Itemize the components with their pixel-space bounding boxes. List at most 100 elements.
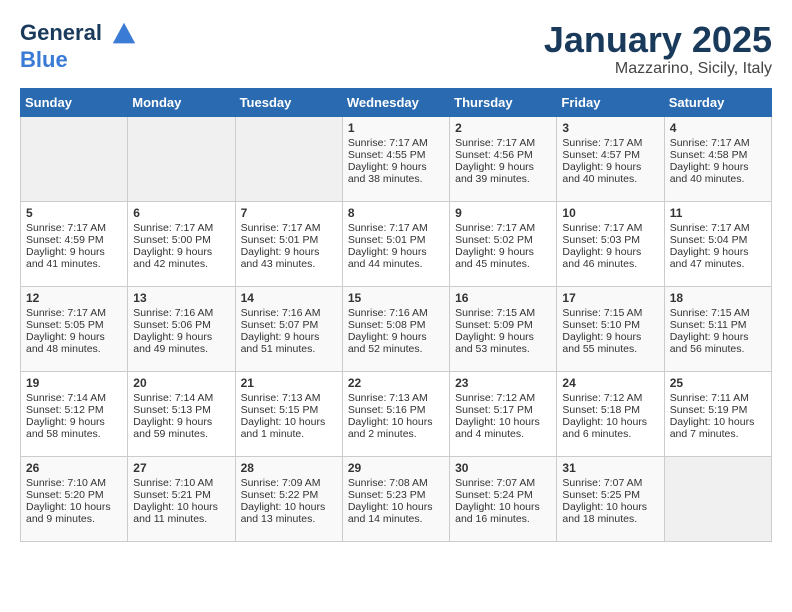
cell-text: Sunset: 4:59 PM [26, 234, 122, 246]
calendar-cell: 20Sunrise: 7:14 AMSunset: 5:13 PMDayligh… [128, 371, 235, 456]
calendar-cell: 2Sunrise: 7:17 AMSunset: 4:56 PMDaylight… [450, 116, 557, 201]
cell-text: Daylight: 9 hours and 49 minutes. [133, 331, 229, 355]
cell-text: Sunrise: 7:17 AM [241, 222, 337, 234]
calendar-week-2: 5Sunrise: 7:17 AMSunset: 4:59 PMDaylight… [21, 201, 772, 286]
cell-text: Sunset: 5:12 PM [26, 404, 122, 416]
day-number: 28 [241, 461, 337, 475]
day-number: 7 [241, 206, 337, 220]
day-number: 27 [133, 461, 229, 475]
cell-text: Sunset: 5:23 PM [348, 489, 444, 501]
cell-text: Sunrise: 7:10 AM [26, 477, 122, 489]
cell-text: Sunset: 5:25 PM [562, 489, 658, 501]
cell-text: Sunrise: 7:07 AM [455, 477, 551, 489]
day-number: 18 [670, 291, 766, 305]
calendar-cell: 10Sunrise: 7:17 AMSunset: 5:03 PMDayligh… [557, 201, 664, 286]
cell-text: Sunrise: 7:17 AM [348, 137, 444, 149]
calendar-cell: 12Sunrise: 7:17 AMSunset: 5:05 PMDayligh… [21, 286, 128, 371]
day-number: 6 [133, 206, 229, 220]
calendar-cell: 13Sunrise: 7:16 AMSunset: 5:06 PMDayligh… [128, 286, 235, 371]
cell-text: Sunset: 5:04 PM [670, 234, 766, 246]
logo-general: General [20, 20, 102, 45]
cell-text: Daylight: 10 hours and 7 minutes. [670, 416, 766, 440]
day-number: 16 [455, 291, 551, 305]
day-number: 8 [348, 206, 444, 220]
day-number: 12 [26, 291, 122, 305]
day-number: 24 [562, 376, 658, 390]
day-header-thursday: Thursday [450, 88, 557, 116]
cell-text: Sunrise: 7:17 AM [133, 222, 229, 234]
day-number: 25 [670, 376, 766, 390]
cell-text: Sunrise: 7:08 AM [348, 477, 444, 489]
cell-text: Daylight: 9 hours and 42 minutes. [133, 246, 229, 270]
cell-text: Sunrise: 7:17 AM [26, 307, 122, 319]
cell-text: Sunrise: 7:17 AM [562, 222, 658, 234]
title-block: January 2025 Mazzarino, Sicily, Italy [544, 20, 772, 78]
cell-text: Sunset: 5:19 PM [670, 404, 766, 416]
calendar-cell: 9Sunrise: 7:17 AMSunset: 5:02 PMDaylight… [450, 201, 557, 286]
day-number: 11 [670, 206, 766, 220]
logo-blue: Blue [20, 48, 138, 72]
calendar-cell [21, 116, 128, 201]
cell-text: Daylight: 10 hours and 11 minutes. [133, 501, 229, 525]
calendar-cell: 11 Sunrise: 7:17 AMSunset: 5:04 PMDayligh… [664, 201, 771, 286]
cell-text: Sunrise: 7:13 AM [348, 392, 444, 404]
calendar-cell: 30Sunrise: 7:07 AMSunset: 5:24 PMDayligh… [450, 456, 557, 541]
calendar-cell: 7Sunrise: 7:17 AMSunset: 5:01 PMDaylight… [235, 201, 342, 286]
cell-text: Daylight: 10 hours and 13 minutes. [241, 501, 337, 525]
cell-text: Daylight: 9 hours and 53 minutes. [455, 331, 551, 355]
cell-text: Sunset: 5:08 PM [348, 319, 444, 331]
cell-text: Daylight: 9 hours and 38 minutes. [348, 161, 444, 185]
calendar-cell: 27Sunrise: 7:10 AMSunset: 5:21 PMDayligh… [128, 456, 235, 541]
calendar-week-4: 19 Sunrise: 7:14 AM Sunset: 5:12 PM Dayligh… [21, 371, 772, 456]
calendar-cell: 21Sunrise: 7:13 AMSunset: 5:15 PMDayligh… [235, 371, 342, 456]
cell-text: Daylight: 10 hours and 1 minute. [241, 416, 337, 440]
cell-text: Sunrise: 7:17 AM [348, 222, 444, 234]
cell-text: Daylight: 9 hours and 55 minutes. [562, 331, 658, 355]
cell-text: Sunrise: 7:17 AM [562, 137, 658, 149]
day-number: 19 [26, 376, 122, 390]
logo-icon [110, 20, 138, 48]
calendar-cell: 4Sunrise: 7:17 AMSunset: 4:58 PMDaylight… [664, 116, 771, 201]
cell-text: Sunset: 4:55 PM [348, 149, 444, 161]
cell-text: Sunrise: 7:17 AM [455, 137, 551, 149]
calendar-cell: 23Sunrise: 7:12 AMSunset: 5:17 PMDayligh… [450, 371, 557, 456]
calendar-cell: 28Sunrise: 7:09 AMSunset: 5:22 PMDayligh… [235, 456, 342, 541]
calendar-header-row: SundayMondayTuesdayWednesdayThursdayFrid… [21, 88, 772, 116]
cell-text: Sunrise: 7:14 AM [133, 392, 229, 404]
day-header-friday: Friday [557, 88, 664, 116]
calendar-cell: 5Sunrise: 7:17 AMSunset: 4:59 PMDaylight… [21, 201, 128, 286]
cell-text: Sunrise: 7:15 AM [670, 307, 766, 319]
cell-text: Daylight: 9 hours and 51 minutes. [241, 331, 337, 355]
calendar-cell: 19Sunrise: 7:14 AMSunset: 5:12 PMDayligh… [21, 371, 128, 456]
cell-text: Sunrise: 7:12 AM [455, 392, 551, 404]
cell-text: Sunset: 5:11 PM [670, 319, 766, 331]
cell-text: Daylight: 9 hours and 56 minutes. [670, 331, 766, 355]
cell-text: Sunset: 5:22 PM [241, 489, 337, 501]
cell-text: Daylight: 10 hours and 16 minutes. [455, 501, 551, 525]
day-header-sunday: Sunday [21, 88, 128, 116]
day-number: 15 [348, 291, 444, 305]
cell-text: Sunrise: 7:17 AM [670, 222, 766, 234]
cell-text: Sunrise: 7:16 AM [241, 307, 337, 319]
calendar-cell: 24Sunrise: 7:12 AMSunset: 5:18 PMDayligh… [557, 371, 664, 456]
cell-text: Sunset: 5:13 PM [133, 404, 229, 416]
cell-text: Daylight: 9 hours and 47 minutes. [670, 246, 766, 270]
day-number: 9 [455, 206, 551, 220]
calendar-week-3: 12Sunrise: 7:17 AMSunset: 5:05 PMDayligh… [21, 286, 772, 371]
calendar-cell [664, 456, 771, 541]
day-header-saturday: Saturday [664, 88, 771, 116]
cell-text: Sunrise: 7:17 AM [670, 137, 766, 149]
cell-text: Sunrise: 7:17 AM [26, 222, 122, 234]
cell-text: Sunset: 4:56 PM [455, 149, 551, 161]
day-number: 2 [455, 121, 551, 135]
cell-text: Sunrise: 7:15 AM [562, 307, 658, 319]
cell-text: Sunset: 5:20 PM [26, 489, 122, 501]
cell-text: Daylight: 9 hours and 46 minutes. [562, 246, 658, 270]
cell-text: Sunrise: 7:11 AM [670, 392, 766, 404]
day-number: 20 [133, 376, 229, 390]
cell-text: Sunset: 5:10 PM [562, 319, 658, 331]
calendar-table: SundayMondayTuesdayWednesdayThursdayFrid… [20, 88, 772, 542]
cell-text: Daylight: 9 hours and 43 minutes. [241, 246, 337, 270]
cell-text: Sunset: 5:17 PM [455, 404, 551, 416]
day-number: 26 [26, 461, 122, 475]
